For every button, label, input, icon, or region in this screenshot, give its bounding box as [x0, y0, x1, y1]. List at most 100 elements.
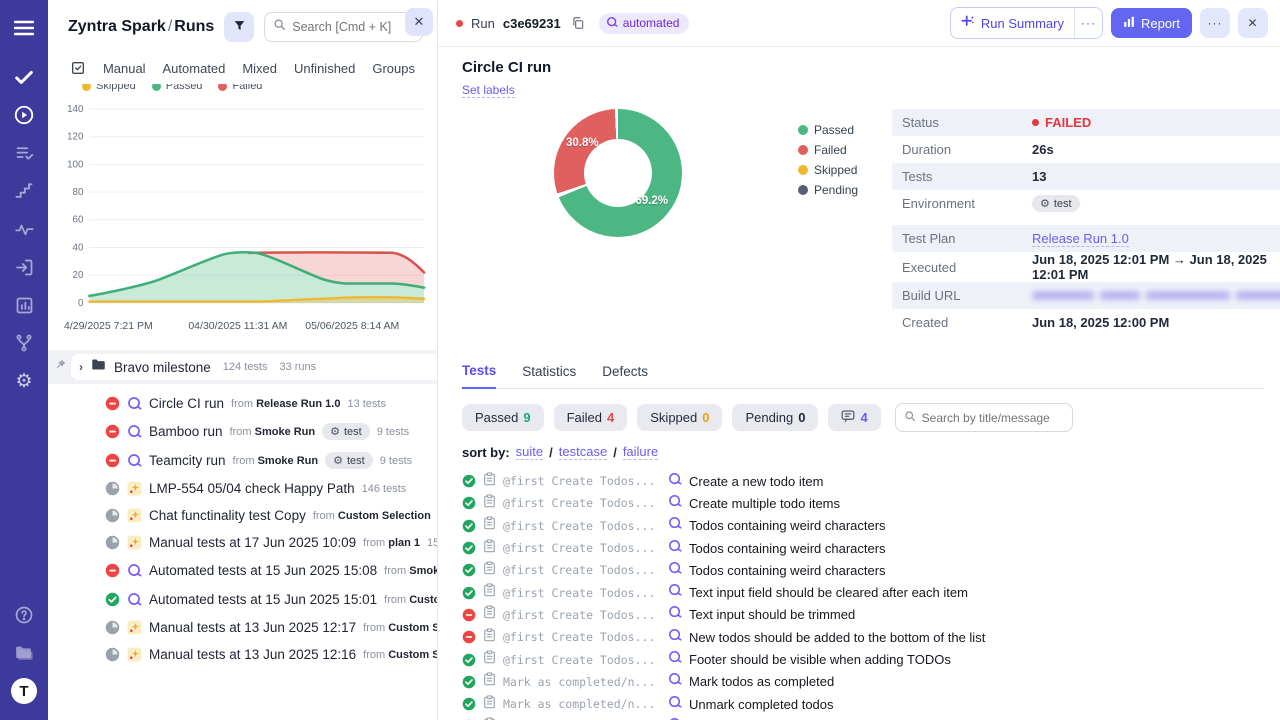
tests-search[interactable]: [895, 403, 1073, 432]
run-summary-button[interactable]: Run Summary: [951, 8, 1074, 38]
sort-by-failure-link[interactable]: failure: [623, 444, 658, 460]
automated-test-icon: [668, 539, 682, 558]
run-list-item[interactable]: Chat functinality test Copy from Custom …: [48, 502, 437, 529]
milestones-icon[interactable]: [0, 172, 48, 210]
status-dot: [1032, 119, 1039, 126]
test-list-item[interactable]: Mark as completed/n... Mark all todos as…: [462, 715, 1264, 720]
run-tests-count: 15 tests: [427, 537, 437, 549]
test-list-item[interactable]: @first Create Todos... Text input field …: [462, 581, 1264, 603]
automated-test-icon: [668, 472, 682, 491]
run-list-item[interactable]: Manual tests at 17 Jun 2025 10:09 from p…: [48, 529, 437, 556]
test-list-item[interactable]: @first Create Todos... Footer should be …: [462, 648, 1264, 670]
runs-search-input[interactable]: [292, 20, 414, 34]
build-url-redacted[interactable]: [1032, 291, 1280, 300]
test-list-item[interactable]: @first Create Todos... Todos containing …: [462, 515, 1264, 537]
filter-button[interactable]: [224, 12, 254, 42]
detail-row-build-url: Build URL: [892, 282, 1280, 309]
tab-automated[interactable]: Automated: [163, 61, 226, 76]
test-list-item[interactable]: @first Create Todos... Todos containing …: [462, 559, 1264, 581]
comment-icon: [841, 410, 855, 426]
integrations-icon[interactable]: [0, 324, 48, 362]
milestone-row[interactable]: › Bravo milestone 124 tests 33 runs: [48, 350, 437, 384]
test-plans-icon[interactable]: [0, 134, 48, 172]
run-list-item[interactable]: Bamboo run from Smoke Run ⚙test 9 tests: [48, 417, 437, 446]
set-labels-link[interactable]: Set labels: [462, 83, 515, 98]
passed-filter-chip[interactable]: Passed9: [462, 404, 544, 431]
tests-search-input[interactable]: [922, 411, 1064, 425]
run-list-item[interactable]: Manual tests at 13 Jun 2025 12:16 from C…: [48, 641, 437, 668]
test-list-item[interactable]: @first Create Todos... Create multiple t…: [462, 492, 1264, 514]
close-run-button[interactable]: ✕: [1238, 8, 1268, 38]
automated-badge[interactable]: automated: [599, 13, 690, 34]
breadcrumb-project[interactable]: Zyntra Spark: [68, 18, 166, 35]
test-suite-name: Mark as completed/n...: [503, 697, 661, 711]
test-list-item[interactable]: @first Create Todos... Create a new todo…: [462, 470, 1264, 492]
more-options-button[interactable]: ···: [1200, 8, 1230, 38]
sort-by-suite-link[interactable]: suite: [516, 444, 543, 460]
run-source-name: Custom Selection: [338, 510, 431, 522]
run-list-item[interactable]: Manual tests at 13 Jun 2025 12:17 from C…: [48, 614, 437, 641]
panel-close-button[interactable]: ✕: [405, 8, 433, 36]
run-summary-group: Run Summary ···: [950, 7, 1103, 39]
tab-unfinished[interactable]: Unfinished: [294, 61, 355, 76]
run-list-item[interactable]: LMP-554 05/04 check Happy Path 146 tests: [48, 475, 437, 502]
select-all-icon[interactable]: [70, 60, 86, 76]
run-list-item[interactable]: Circle CI run from Release Run 1.0 13 te…: [48, 390, 437, 417]
test-list-item[interactable]: @first Create Todos... New todos should …: [462, 626, 1264, 648]
gear-icon: ⚙: [1040, 197, 1050, 210]
tests-icon[interactable]: [0, 58, 48, 96]
milestone-card[interactable]: › Bravo milestone 124 tests 33 runs: [71, 354, 437, 380]
svg-text:120: 120: [67, 132, 84, 143]
runs-list-scroll[interactable]: › Bravo milestone 124 tests 33 runs Circ…: [48, 350, 437, 720]
analytics-icon[interactable]: [0, 210, 48, 248]
import-icon[interactable]: [0, 248, 48, 286]
settings-icon[interactable]: ⚙: [0, 362, 48, 400]
test-list-item[interactable]: @first Create Todos... Todos containing …: [462, 537, 1264, 559]
svg-text:40: 40: [73, 242, 84, 253]
help-icon[interactable]: [0, 596, 48, 634]
comments-filter-chip[interactable]: 4: [828, 404, 880, 431]
svg-text:0: 0: [78, 298, 84, 309]
passed-status-icon: [462, 697, 476, 711]
chevron-right-icon[interactable]: ›: [79, 360, 83, 374]
automated-icon: [606, 16, 618, 31]
pending-filter-chip[interactable]: Pending0: [732, 404, 818, 431]
x-axis-labels: 4/29/2025 7:21 PM 04/30/2025 11:31 AM 05…: [56, 320, 431, 336]
test-list-item[interactable]: Mark as completed/n... Unmark completed …: [462, 693, 1264, 715]
tab-tests[interactable]: Tests: [462, 363, 496, 389]
run-name: Manual tests at 13 Jun 2025 12:17: [149, 620, 356, 635]
clipboard-icon: [483, 672, 496, 691]
sort-by-testcase-link[interactable]: testcase: [559, 444, 607, 460]
copy-run-id-button[interactable]: [569, 14, 587, 32]
run-name: Teamcity run: [149, 453, 226, 468]
menu-icon[interactable]: [0, 10, 48, 46]
report-button[interactable]: Report: [1111, 8, 1192, 38]
skipped-filter-chip[interactable]: Skipped0: [637, 404, 722, 431]
run-summary-more-button[interactable]: ···: [1074, 8, 1102, 38]
run-list-item[interactable]: Automated tests at 15 Jun 2025 15:08 fro…: [48, 556, 437, 585]
app-logo[interactable]: T: [0, 672, 48, 710]
failed-filter-chip[interactable]: Failed4: [554, 404, 628, 431]
tab-groups[interactable]: Groups: [372, 61, 415, 76]
projects-icon[interactable]: [0, 634, 48, 672]
pin-icon[interactable]: [54, 358, 67, 376]
tab-manual[interactable]: Manual: [103, 61, 146, 76]
reports-icon[interactable]: [0, 286, 48, 324]
run-source: from Release Run 1.0: [231, 398, 340, 410]
tab-mixed[interactable]: Mixed: [242, 61, 277, 76]
run-source-name: Smoke Run: [409, 565, 437, 577]
run-list-item[interactable]: Automated tests at 15 Jun 2025 15:01 fro…: [48, 585, 437, 614]
tab-statistics[interactable]: Statistics: [522, 363, 576, 388]
chart-legend: Skipped Passed Failed: [82, 84, 431, 92]
tab-defects[interactable]: Defects: [602, 363, 648, 388]
test-suite-name: @first Create Todos...: [503, 586, 661, 600]
runs-icon[interactable]: [0, 96, 48, 134]
test-list-item[interactable]: @first Create Todos... Text input should…: [462, 604, 1264, 626]
runs-search[interactable]: [264, 12, 423, 42]
test-list-item[interactable]: Mark as completed/n... Mark todos as com…: [462, 671, 1264, 693]
mixed-run-icon: [127, 620, 142, 635]
test-plan-link[interactable]: Release Run 1.0: [1032, 231, 1129, 247]
environment-badge[interactable]: ⚙test: [1032, 195, 1080, 212]
passed-legend-dot: [152, 84, 161, 91]
run-list-item[interactable]: Teamcity run from Smoke Run ⚙test 9 test…: [48, 446, 437, 475]
